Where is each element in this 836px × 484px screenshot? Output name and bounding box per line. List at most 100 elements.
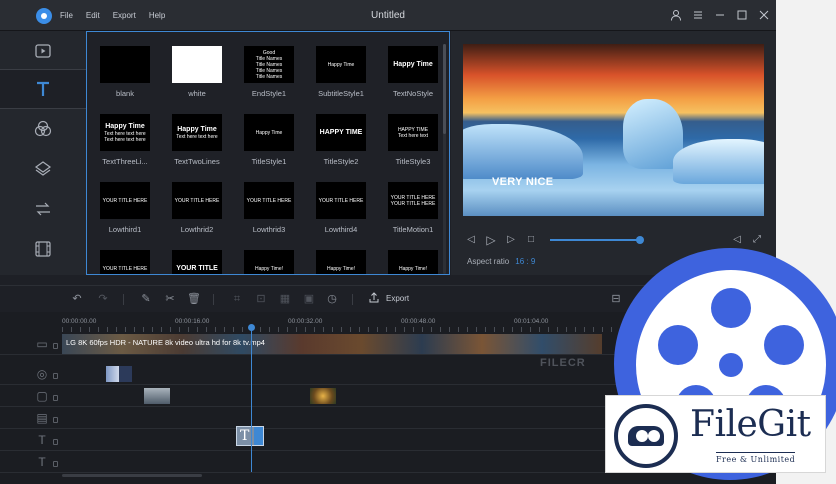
lock-icon[interactable]	[53, 461, 58, 467]
template-tile[interactable]: white	[165, 46, 229, 98]
fullscreen-icon[interactable]: ⤢	[751, 234, 763, 246]
freeze-icon[interactable]: ▣	[302, 292, 316, 306]
export-button[interactable]: Export	[368, 292, 409, 304]
mosaic-icon[interactable]: ▦	[278, 292, 292, 306]
fit-timeline-icon[interactable]: ⊟	[609, 292, 623, 306]
lock-icon[interactable]	[53, 373, 58, 379]
previous-frame-icon[interactable]: ◁	[465, 234, 477, 246]
menu-export[interactable]: Export	[113, 11, 136, 20]
aspect-ratio-label: Aspect ratio	[467, 257, 510, 266]
text-track-icon: T	[38, 433, 46, 447]
stop-icon[interactable]: □	[525, 234, 537, 246]
template-tile[interactable]: Happy Time Text here text here Text here t…	[93, 114, 157, 166]
reel-hole	[658, 325, 698, 365]
template-tile[interactable]: YOUR TITLE HERE YOUR TITLE HERE TitleMotio…	[381, 182, 445, 234]
template-tile[interactable]: YOUR TITLE HERE Lowthrid3	[237, 182, 301, 234]
template-tile[interactable]: Good Title Names Title Names Title Names Tit…	[237, 46, 301, 98]
overlay-clip[interactable]	[144, 388, 170, 404]
media-icon	[35, 44, 51, 58]
lock-icon[interactable]	[53, 343, 58, 349]
template-line: Happy Time!	[398, 265, 428, 272]
sidebar-item-film[interactable]	[0, 229, 86, 269]
preview-caption: VERY NICE	[492, 176, 554, 188]
template-line: YOUR TITLE HERE	[246, 197, 292, 204]
reel-hole	[711, 288, 751, 328]
template-name: TitleMotion1	[392, 225, 434, 234]
next-frame-icon[interactable]: ▷	[505, 234, 517, 246]
overlay-clip[interactable]	[310, 388, 336, 404]
text-clip[interactable]: T	[236, 426, 264, 446]
menu-help[interactable]: Help	[149, 11, 165, 20]
lock-icon[interactable]	[53, 395, 58, 401]
template-line: YOUR TITLE HERE	[102, 197, 148, 204]
template-line: YOUR TITLE HERE	[174, 197, 220, 204]
template-thumbnail: Happy Time	[316, 46, 366, 83]
template-tile[interactable]: Happy Time Text here text here TextTwoLine…	[165, 114, 229, 166]
overlays-icon	[34, 161, 52, 176]
play-icon[interactable]: ▷	[485, 234, 497, 246]
timeline-scrollbar[interactable]	[62, 474, 202, 477]
reel-hub	[719, 353, 743, 377]
template-tile[interactable]: blank	[93, 46, 157, 98]
template-thumbnail: HAPPY TIME	[316, 114, 366, 151]
sidebar-item-overlays[interactable]	[0, 149, 86, 189]
toolbar-divider	[123, 294, 124, 305]
undo-icon[interactable]: ↶	[70, 292, 84, 306]
edit-icon[interactable]: ✎	[139, 292, 153, 306]
sidebar-rail	[0, 31, 86, 275]
template-tile[interactable]: HAPPY TIME TitleStyle2	[309, 114, 373, 166]
template-line: Text here text	[397, 132, 428, 139]
ice-shape	[673, 139, 764, 184]
template-thumbnail: YOUR TITLE HERE	[172, 182, 222, 219]
sidebar-item-media[interactable]	[0, 31, 86, 71]
sidebar-item-transitions[interactable]	[0, 189, 86, 229]
delete-icon[interactable]: 🗑	[187, 292, 201, 306]
redo-icon[interactable]: ↷	[96, 292, 110, 306]
template-tile[interactable]: YOUR TITLE	[165, 250, 229, 274]
template-tile[interactable]: Happy Time!	[381, 250, 445, 274]
template-tile[interactable]: Happy Time TextNoStyle	[381, 46, 445, 98]
template-heading: YOUR TITLE	[176, 265, 218, 272]
template-thumbnail: Happy Time!	[244, 250, 294, 274]
close-icon[interactable]	[758, 9, 770, 21]
sidebar-item-filters[interactable]	[0, 109, 86, 149]
template-tile[interactable]: YOUR TITLE HERE Lowthird1	[93, 182, 157, 234]
aspect-ratio: Aspect ratio 16 : 9	[467, 257, 535, 266]
seek-bar[interactable]	[550, 236, 644, 244]
playhead[interactable]	[248, 324, 255, 472]
template-line: YOUR TITLE HERE	[102, 265, 148, 272]
minimize-icon[interactable]	[714, 9, 726, 21]
lock-icon[interactable]	[53, 439, 58, 445]
account-icon[interactable]	[670, 9, 682, 21]
template-tile[interactable]: Happy Time!	[237, 250, 301, 274]
text-track-icon: T	[38, 455, 46, 469]
aspect-ratio-value[interactable]: 16 : 9	[515, 257, 535, 266]
template-tile[interactable]: Happy Time TitleStyle1	[237, 114, 301, 166]
cut-icon[interactable]: ✂	[163, 292, 177, 306]
toolbar-divider	[352, 294, 353, 305]
template-tile[interactable]: YOUR TITLE HERE Lowthird4	[309, 182, 373, 234]
zoom-icon[interactable]: ⊡	[254, 292, 268, 306]
menu-edit[interactable]: Edit	[86, 11, 100, 20]
template-thumbnail	[100, 46, 150, 83]
template-tile[interactable]: YOUR TITLE HERE Lowthrid2	[165, 182, 229, 234]
template-tile[interactable]: HAPPY TIME Text here text TitleStyle3	[381, 114, 445, 166]
template-thumbnail: Happy Time!	[316, 250, 366, 274]
lock-icon[interactable]	[53, 417, 58, 423]
maximize-icon[interactable]	[736, 9, 748, 21]
crop-icon[interactable]: ⌗	[230, 292, 244, 306]
template-tile[interactable]: Happy Time SubtitleStyle1	[309, 46, 373, 98]
template-tile[interactable]: Happy Time!	[309, 250, 373, 274]
menu-file[interactable]: File	[60, 11, 73, 20]
app-logo-icon	[36, 8, 52, 24]
volume-icon[interactable]: ◁	[731, 234, 743, 246]
template-tile[interactable]: YOUR TITLE HERE	[93, 250, 157, 274]
settings-icon[interactable]	[692, 9, 704, 21]
filter-clip[interactable]	[106, 366, 132, 382]
template-thumbnail: YOUR TITLE HERE	[316, 182, 366, 219]
template-name: Lowthrid2	[180, 225, 214, 234]
duration-icon[interactable]: ◷	[325, 292, 339, 306]
video-clip[interactable]: LG 8K 60fps HDR - NATURE 8k video ultra …	[62, 334, 602, 354]
sidebar-item-text[interactable]	[0, 69, 86, 109]
template-name: SubtitleStyle1	[318, 89, 364, 98]
